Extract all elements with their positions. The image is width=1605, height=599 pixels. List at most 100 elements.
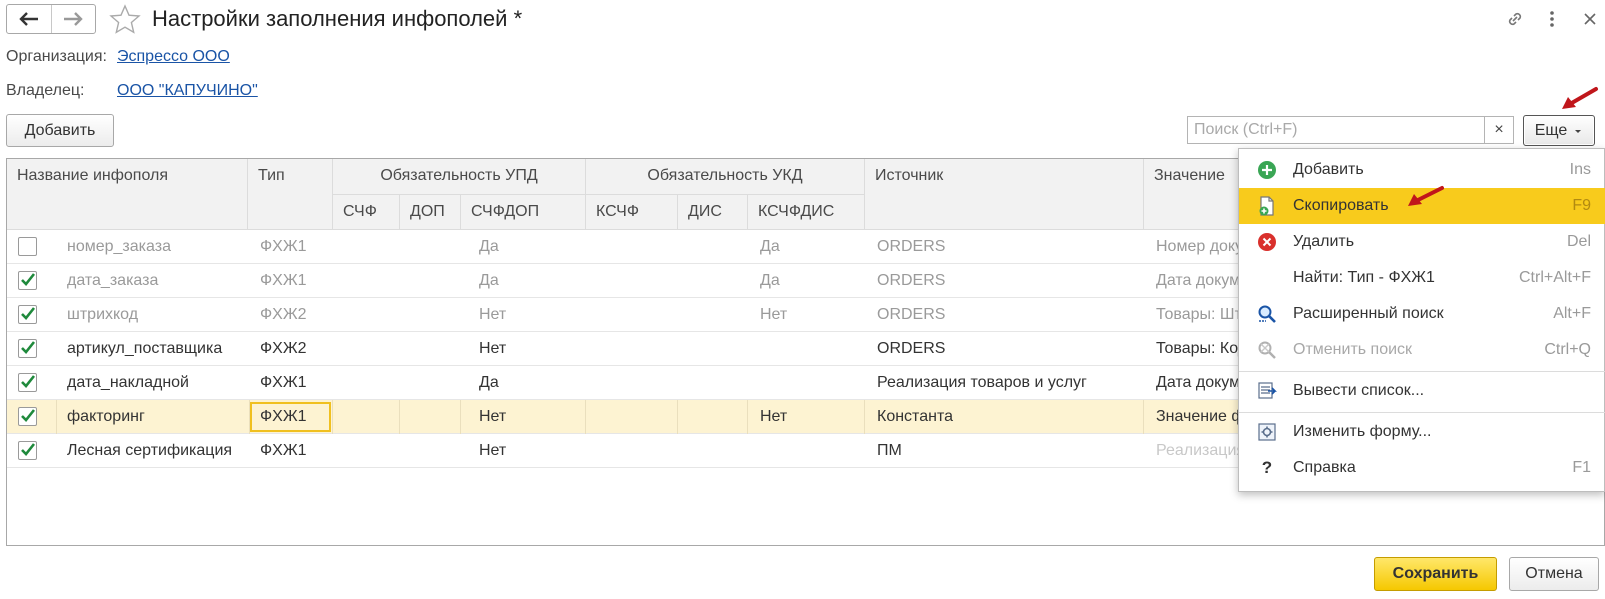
menu-item-label: Вывести список... [1293, 382, 1425, 399]
checkmark-icon [21, 443, 36, 456]
cell-type: ФХЖ1 [260, 272, 307, 289]
col-header-dop[interactable]: ДОП [400, 195, 461, 230]
row-checkbox[interactable] [18, 271, 37, 290]
search-input[interactable] [1187, 116, 1485, 144]
more-actions-button[interactable] [1541, 8, 1563, 30]
cell-ksfdis [750, 434, 865, 468]
cell-name: факторинг [57, 400, 250, 434]
back-button[interactable] [7, 5, 51, 33]
copy-document-icon [1257, 196, 1277, 216]
menu-item-cancel-search[interactable]: Отменить поиск Ctrl+Q [1239, 332, 1605, 368]
row-checkbox[interactable] [18, 373, 37, 392]
cell-ksfdis: Да [760, 272, 780, 289]
menu-item-add[interactable]: Добавить Ins [1239, 152, 1605, 188]
cell-ksfdis: Нет [760, 306, 788, 323]
cell-type: ФХЖ1 [260, 374, 307, 391]
cell-ksfdis: Да [760, 238, 780, 255]
cell-sfdop: Да [479, 238, 499, 255]
col-header-dis[interactable]: ДИС [678, 195, 748, 230]
cell-name: номер_заказа [67, 238, 171, 255]
cell-ksfdis [750, 332, 865, 366]
cell-value: Значение ф [1144, 400, 1246, 434]
cell-sfdop: Нет [479, 442, 507, 459]
cell-value: Дата докум [1156, 272, 1241, 289]
cell-source: ORDERS [877, 340, 946, 357]
cell-dis [678, 400, 748, 434]
cell-type: ФХЖ2 [260, 306, 307, 323]
checkmark-icon [21, 307, 36, 320]
menu-item-label: Отменить поиск [1293, 341, 1413, 358]
owner-link[interactable]: ООО "КАПУЧИНО" [117, 82, 258, 100]
checkmark-icon [21, 409, 36, 422]
forward-button[interactable] [50, 5, 96, 33]
save-button[interactable]: Сохранить [1374, 557, 1497, 591]
col-header-name[interactable]: Название инфополя [7, 159, 248, 230]
cell-sf [333, 400, 400, 434]
arrow-right-icon [64, 12, 83, 26]
menu-item-help[interactable]: ? Справка F1 [1239, 450, 1605, 486]
row-checkbox[interactable] [18, 237, 37, 256]
checkmark-icon [21, 375, 36, 388]
cell-value: Номер доку [1156, 238, 1244, 255]
link-button[interactable] [1504, 8, 1526, 30]
col-header-source[interactable]: Источник [865, 159, 1144, 230]
clear-icon: × [1494, 121, 1504, 138]
row-checkbox[interactable] [18, 339, 37, 358]
cell-sfdop: Нет [461, 400, 586, 434]
chain-link-icon [1508, 12, 1522, 26]
col-header-sfdop[interactable]: СЧФДОП [461, 195, 586, 230]
cell-sfdop: Нет [479, 340, 507, 357]
menu-item-label: Скопировать [1293, 197, 1389, 214]
cell-value: Реализация [1156, 442, 1246, 459]
row-checkbox[interactable] [18, 407, 37, 426]
menu-item-label: Изменить форму... [1293, 423, 1432, 440]
cell-sfdop: Да [479, 374, 499, 391]
chevron-down-icon [1575, 129, 1582, 133]
owner-label: Владелец: [6, 82, 85, 99]
org-link[interactable]: Эспрессо ООО [117, 48, 230, 66]
menu-separator [1239, 412, 1605, 413]
cell-type: ФХЖ2 [260, 340, 307, 357]
menu-item-output-list[interactable]: Вывести список... [1239, 373, 1605, 409]
more-dropdown-menu: Добавить Ins Скопировать F9 Удалить Del … [1238, 148, 1605, 492]
cell-value: Товары: Код [1156, 340, 1246, 357]
col-header-ksfdis[interactable]: КСЧФДИС [748, 195, 865, 230]
search-clear-button[interactable]: × [1485, 116, 1514, 144]
cancel-button[interactable]: Отмена [1509, 557, 1599, 591]
navigation-buttons [6, 4, 96, 34]
menu-item-label: Найти: Тип - ФХЖ1 [1293, 269, 1435, 286]
checkmark-icon [21, 341, 36, 354]
window-title: Настройки заполнения инфополей * [152, 6, 523, 31]
cell-name: дата_заказа [67, 272, 159, 289]
menu-item-delete[interactable]: Удалить Del [1239, 224, 1605, 260]
close-button[interactable] [1579, 8, 1601, 30]
menu-item-shortcut: Alt+F [1553, 305, 1591, 322]
more-menu-label: Еще [1534, 121, 1568, 139]
form-settings-icon [1257, 422, 1277, 442]
close-icon [1584, 13, 1596, 25]
menu-item-advanced-search[interactable]: Расширенный поиск Alt+F [1239, 296, 1605, 332]
menu-item-find-by-type[interactable]: Найти: Тип - ФХЖ1 Ctrl+Alt+F [1239, 260, 1605, 296]
more-menu-button[interactable]: Еще [1523, 115, 1595, 146]
menu-item-copy[interactable]: Скопировать F9 [1239, 188, 1605, 224]
plus-circle-icon [1257, 160, 1277, 180]
menu-item-label: Расширенный поиск [1293, 305, 1444, 322]
row-checkbox[interactable] [18, 305, 37, 324]
menu-item-label: Справка [1293, 459, 1356, 476]
col-header-sf[interactable]: СЧФ [333, 195, 400, 230]
blank-icon [1257, 268, 1277, 288]
add-button[interactable]: Добавить [6, 114, 114, 147]
row-checkbox[interactable] [18, 441, 37, 460]
org-label: Организация: [6, 48, 107, 65]
col-header-upd-group: Обязательность УПД [333, 159, 586, 195]
checkmark-icon [21, 273, 36, 286]
vertical-dots-icon [1550, 11, 1554, 27]
menu-item-change-form[interactable]: Изменить форму... [1239, 414, 1605, 450]
delete-circle-icon [1257, 232, 1277, 252]
magnifier-icon [1257, 304, 1277, 324]
col-header-ksf[interactable]: КСЧФ [586, 195, 678, 230]
favorite-star-icon[interactable] [109, 4, 141, 34]
col-header-type[interactable]: Тип [248, 159, 333, 230]
cell-sfdop: Да [479, 272, 499, 289]
cell-sfdop: Нет [479, 306, 507, 323]
